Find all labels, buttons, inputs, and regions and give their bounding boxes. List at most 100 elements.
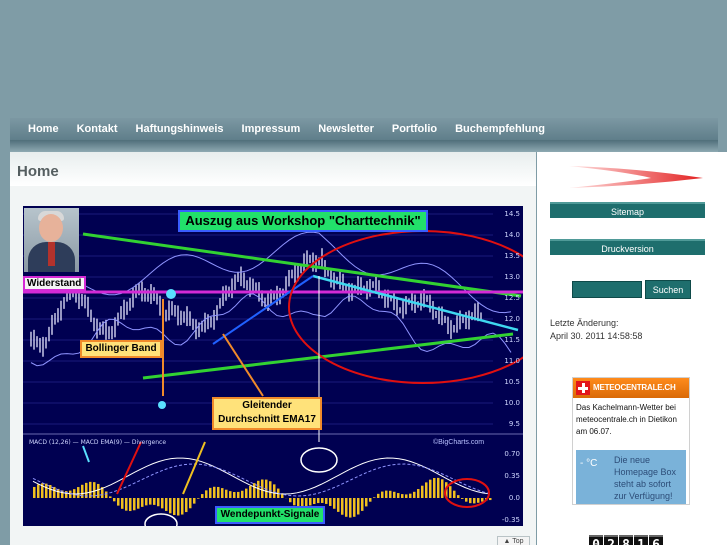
macd-histogram-bar [153,498,156,505]
macd-histogram-bar [161,498,164,509]
nav-item-buchempfehlung[interactable]: Buchempfehlung [455,123,545,135]
macd-histogram-bar [441,479,444,498]
macd-histogram-bar [405,494,408,498]
y-tick-label: 13.0 [504,273,520,281]
signal-circle [144,513,178,526]
macd-histogram-bar [113,498,116,502]
counter-digit: 6 [649,535,663,545]
resistance-label: Widerstand [23,276,86,291]
temperature: - °C [580,458,598,469]
macd-histogram-bar [357,498,360,515]
macd-histogram-bar [317,498,320,504]
macd-tick-label: 0.0 [508,494,520,502]
y-tick-label: 11.5 [504,336,520,344]
nav-item-portfolio[interactable]: Portfolio [392,123,437,135]
print-version-button[interactable]: Druckversion [550,239,705,255]
macd-histogram-bar [141,498,144,507]
stock-chart [23,213,523,526]
macd-histogram-bar [209,487,212,498]
ema-label-line2: Durchschnitt EMA17 [218,414,316,425]
macd-histogram-bar [449,486,452,498]
resistance-touch-point [166,289,176,299]
macd-histogram-bar [117,498,120,506]
macd-histogram-bar [77,487,80,498]
chart-title: Auszug aus Workshop "Charttechnik" [178,210,428,232]
signal-circle [300,447,338,473]
macd-histogram-bar [421,485,424,498]
macd-histogram-bar [133,498,136,511]
macd-histogram-bar [329,498,332,506]
y-tick-label: 10.5 [504,378,520,386]
weather-widget-header: METEOCENTRALE.CH [573,378,689,398]
weather-brand: METEOCENTRALE.CH [593,383,676,392]
y-tick-label: 10.0 [504,399,520,407]
macd-histogram-bar [473,498,476,504]
y-tick-label: 11.0 [504,357,520,365]
weather-text: Das Kachelmann-Wetter bei meteocentrale.… [576,403,677,436]
macd-histogram-bar [129,498,132,512]
macd-histogram-bar [145,498,148,506]
lower-trendline [142,332,514,380]
y-tick-label: 13.5 [504,252,520,260]
weather-panel[interactable]: - °C Die neue Homepage Box steht ab sofo… [576,450,686,504]
ema-label: Gleitender Durchschnitt EMA17 [212,397,322,430]
macd-histogram-bar [33,486,36,498]
macd-histogram-bar [437,477,440,498]
nav-item-newsletter[interactable]: Newsletter [318,123,374,135]
header-banner [0,0,727,118]
macd-histogram-bar [53,486,56,498]
macd-histogram-bar [401,494,404,498]
macd-histogram-bar [221,488,224,498]
back-to-top-button[interactable]: ▲ Top [497,536,530,545]
macd-histogram-bar [213,486,216,498]
macd-histogram-bar [241,490,244,498]
macd-histogram-bar [201,494,204,498]
macd-histogram-bar [465,498,468,502]
macd-histogram-bar [321,498,324,503]
upper-trendline [82,232,522,298]
macd-histogram-bar [197,498,200,499]
nav-item-home[interactable]: Home [28,123,59,135]
macd-histogram-bar [137,498,140,509]
sitemap-button[interactable]: Sitemap [550,202,705,218]
macd-tick-label: 0.70 [504,450,520,458]
macd-histogram-bar [337,498,340,512]
macd-histogram-bar [453,490,456,498]
nav-item-haftungshinweis[interactable]: Haftungshinweis [136,123,224,135]
nav-item-kontakt[interactable]: Kontakt [77,123,118,135]
cyan-trendline [312,274,519,332]
macd-histogram-bar [333,498,336,509]
macd-legend: MACD (12,26) — MACD EMA(9) — Divergence [29,439,167,446]
macd-histogram-bar [157,498,160,507]
macd-histogram-bar [185,498,188,513]
search-input[interactable] [572,281,642,298]
macd-histogram-bar [393,491,396,498]
macd-histogram-bar [189,498,192,509]
y-tick-label: 12.5 [504,294,520,302]
macd-histogram-bar [193,498,196,504]
macd-histogram-bar [169,498,172,514]
macd-histogram-bar [373,497,376,498]
macd-histogram-bar [37,484,40,498]
macd-histogram-bar [413,491,416,498]
macd-histogram-bar [249,485,252,498]
macd-histogram-bar [149,498,152,505]
sidebar: Sitemap Druckversion Suchen Letzte Änder… [537,152,727,545]
macd-histogram-bar [45,483,48,498]
macd-histogram-bar [109,496,112,498]
weather-widget[interactable]: METEOCENTRALE.CH Das Kachelmann-Wetter b… [572,377,690,505]
main-navigation: Home Kontakt Haftungshinweis Impressum Newsl… [10,118,718,140]
macd-histogram-bar [181,498,184,515]
macd-histogram-bar [313,498,316,505]
last-update-value: April 30. 2011 14:58:58 [550,331,643,341]
nav-item-impressum[interactable]: Impressum [242,123,301,135]
macd-histogram-bar [457,495,460,498]
macd-histogram-bar [269,481,272,498]
search-button[interactable]: Suchen [645,280,691,299]
macd-histogram-bar [353,498,356,517]
macd-histogram-bar [461,498,464,499]
author-photo [24,208,79,272]
macd-histogram-bar [481,498,484,502]
page-title: Home [17,163,59,180]
content-header: Home [10,152,536,186]
